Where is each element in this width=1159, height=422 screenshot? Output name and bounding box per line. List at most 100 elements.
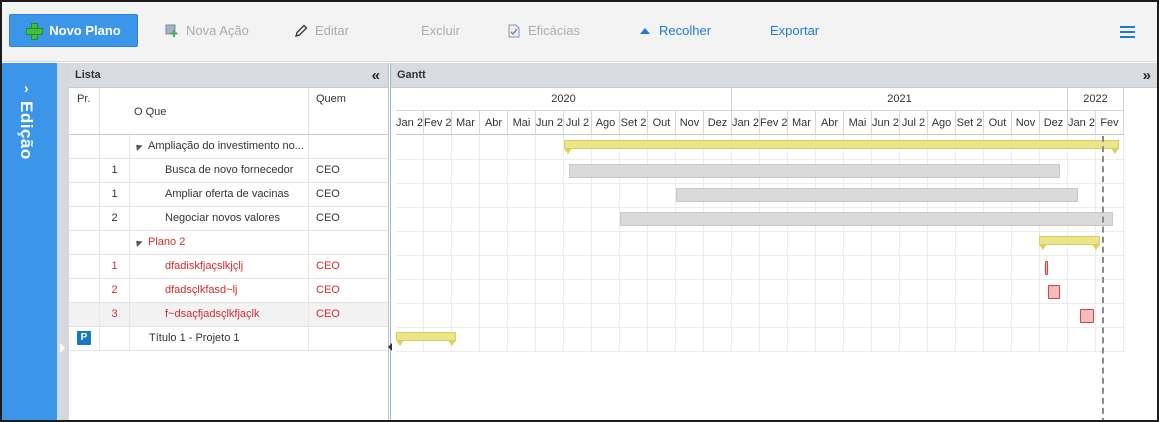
row-priority-cell	[69, 255, 100, 278]
gantt-month: Jun 2	[536, 111, 564, 135]
row-priority-cell	[69, 183, 100, 206]
row-who: CEO	[316, 164, 340, 176]
gantt-years: 2020 2021 2022	[396, 88, 1124, 111]
export-button[interactable]: Exportar	[770, 14, 819, 47]
edit-button[interactable]: Editar	[294, 14, 349, 47]
gantt-month: Mar	[788, 111, 816, 135]
gantt-month: Ago	[592, 111, 620, 135]
row-what-cell: Negociar novos valores	[130, 207, 309, 230]
row-who	[309, 231, 389, 254]
gantt-month: Jul 2	[564, 111, 592, 135]
delete-label: Excluir	[421, 23, 461, 38]
gantt-gridline	[507, 136, 508, 352]
gantt-gridline	[563, 136, 564, 352]
gantt-month: Jun 2	[872, 111, 900, 135]
row-priority	[100, 231, 130, 254]
row-what: Título 1 - Projeto 1	[149, 332, 240, 344]
gantt-row-line	[396, 279, 1124, 280]
efficacies-button[interactable]: Eficácias	[507, 14, 580, 47]
collapse-label: Recolher	[659, 23, 712, 38]
gantt-month: Mar	[452, 111, 480, 135]
toolbar: Novo Plano Nova Ação Editar Excluir Efic…	[2, 2, 1157, 62]
gantt-summary-bar[interactable]	[564, 140, 1119, 154]
list-row[interactable]: Plano 2	[69, 231, 388, 255]
gantt-row-line	[396, 351, 1124, 352]
gantt-row-line	[396, 231, 1124, 232]
row-what-cell: Ampliar oferta de vacinas	[130, 183, 309, 206]
expand-caret-icon[interactable]	[133, 141, 143, 151]
chevron-right-icon[interactable]: ›	[24, 80, 29, 96]
row-priority	[100, 135, 130, 158]
collapse-right-icon[interactable]: »	[1143, 63, 1151, 88]
gantt-month: Jan 2	[396, 111, 424, 135]
new-plan-button[interactable]: Novo Plano	[9, 14, 138, 47]
row-what-cell: dfadsçlkfasd~lj	[130, 279, 309, 302]
gantt-body	[396, 136, 1124, 420]
plus-icon	[26, 23, 44, 40]
new-action-button[interactable]: Nova Ação	[165, 14, 249, 47]
list-header: Lista «	[69, 63, 388, 88]
what-header[interactable]: O Que	[100, 88, 309, 135]
efficacies-label: Eficácias	[528, 23, 581, 38]
edit-label: Editar	[315, 23, 349, 38]
gantt-task-bar[interactable]	[620, 212, 1113, 226]
gantt-panel: Gantt » 2020 2021 2022 Jan 2 Fev 2 Mar Abr Mai…	[388, 63, 1157, 420]
gantt-month: Abr	[480, 111, 508, 135]
gantt-critical-bar[interactable]	[1048, 285, 1060, 299]
gantt-summary-bar[interactable]	[396, 332, 456, 346]
delete-button[interactable]: Excluir	[421, 14, 460, 47]
gantt-month: Mai	[844, 111, 872, 135]
list-row[interactable]: Ampliação do investimento no...	[69, 135, 388, 159]
gantt-summary-bar[interactable]	[1039, 236, 1100, 250]
row-who: CEO	[316, 188, 340, 200]
row-what: dfadiskfjaçslkjçlj	[165, 260, 244, 272]
collapse-left-icon[interactable]: «	[372, 63, 380, 88]
scroll-left-icon[interactable]	[388, 343, 392, 351]
gantt-month: Jan 2	[732, 111, 760, 135]
gantt-critical-bar[interactable]	[1080, 309, 1094, 323]
add-action-icon	[165, 24, 178, 37]
who-header[interactable]: Quem	[309, 88, 389, 135]
expand-arrow-icon[interactable]	[60, 343, 65, 353]
list-row[interactable]: 1 Ampliar oferta de vacinas CEO	[69, 183, 388, 207]
gantt-task-bar[interactable]	[569, 164, 1060, 178]
gantt-month: Jul 2	[900, 111, 928, 135]
expand-caret-icon[interactable]	[133, 237, 143, 247]
row-who: CEO	[316, 212, 340, 224]
row-who	[309, 327, 389, 350]
menu-icon[interactable]	[1120, 26, 1135, 39]
row-priority-cell	[69, 207, 100, 230]
edit-sidebar[interactable]: › Edição	[2, 63, 57, 420]
gantt-critical-bar[interactable]	[1045, 261, 1048, 275]
triangle-up-icon	[640, 27, 650, 34]
priority-header[interactable]: Pr.	[69, 88, 100, 135]
list-row[interactable]: 2 dfadsçlkfasd~lj CEO	[69, 279, 388, 303]
row-who: CEO	[316, 308, 340, 320]
panel-gutter	[57, 63, 69, 420]
row-what-cell: Busca de novo fornecedor	[130, 159, 309, 182]
row-what-cell: dfadiskfjaçslkjçlj	[130, 255, 309, 278]
row-priority-cell: P	[69, 327, 100, 350]
list-row[interactable]: 3 f~dsaçfjadsçlkfjaçlk CEO	[69, 303, 388, 327]
row-priority: 1	[100, 159, 130, 182]
list-row[interactable]: P Título 1 - Projeto 1	[69, 327, 388, 351]
gantt-title: Gantt	[397, 69, 426, 81]
pencil-icon	[295, 24, 308, 37]
gantt-row-line	[396, 327, 1124, 328]
gantt-month: Nov	[1012, 111, 1040, 135]
gantt-task-bar[interactable]	[676, 188, 1078, 202]
app-frame: Novo Plano Nova Ação Editar Excluir Efic…	[0, 0, 1159, 422]
collapse-button[interactable]: Recolher	[638, 14, 711, 47]
gantt-month: Out	[648, 111, 676, 135]
gantt-row-line	[396, 183, 1124, 184]
list-row[interactable]: 1 dfadiskfjaçslkjçlj CEO	[69, 255, 388, 279]
row-priority: 2	[100, 279, 130, 302]
gantt-month: Nov	[676, 111, 704, 135]
gantt-row-line	[396, 303, 1124, 304]
gantt-month: Out	[984, 111, 1012, 135]
gantt-month: Dez	[704, 111, 732, 135]
row-priority: 1	[100, 183, 130, 206]
list-row[interactable]: 1 Busca de novo fornecedor CEO	[69, 159, 388, 183]
list-row[interactable]: 2 Negociar novos valores CEO	[69, 207, 388, 231]
row-priority: 2	[100, 207, 130, 230]
